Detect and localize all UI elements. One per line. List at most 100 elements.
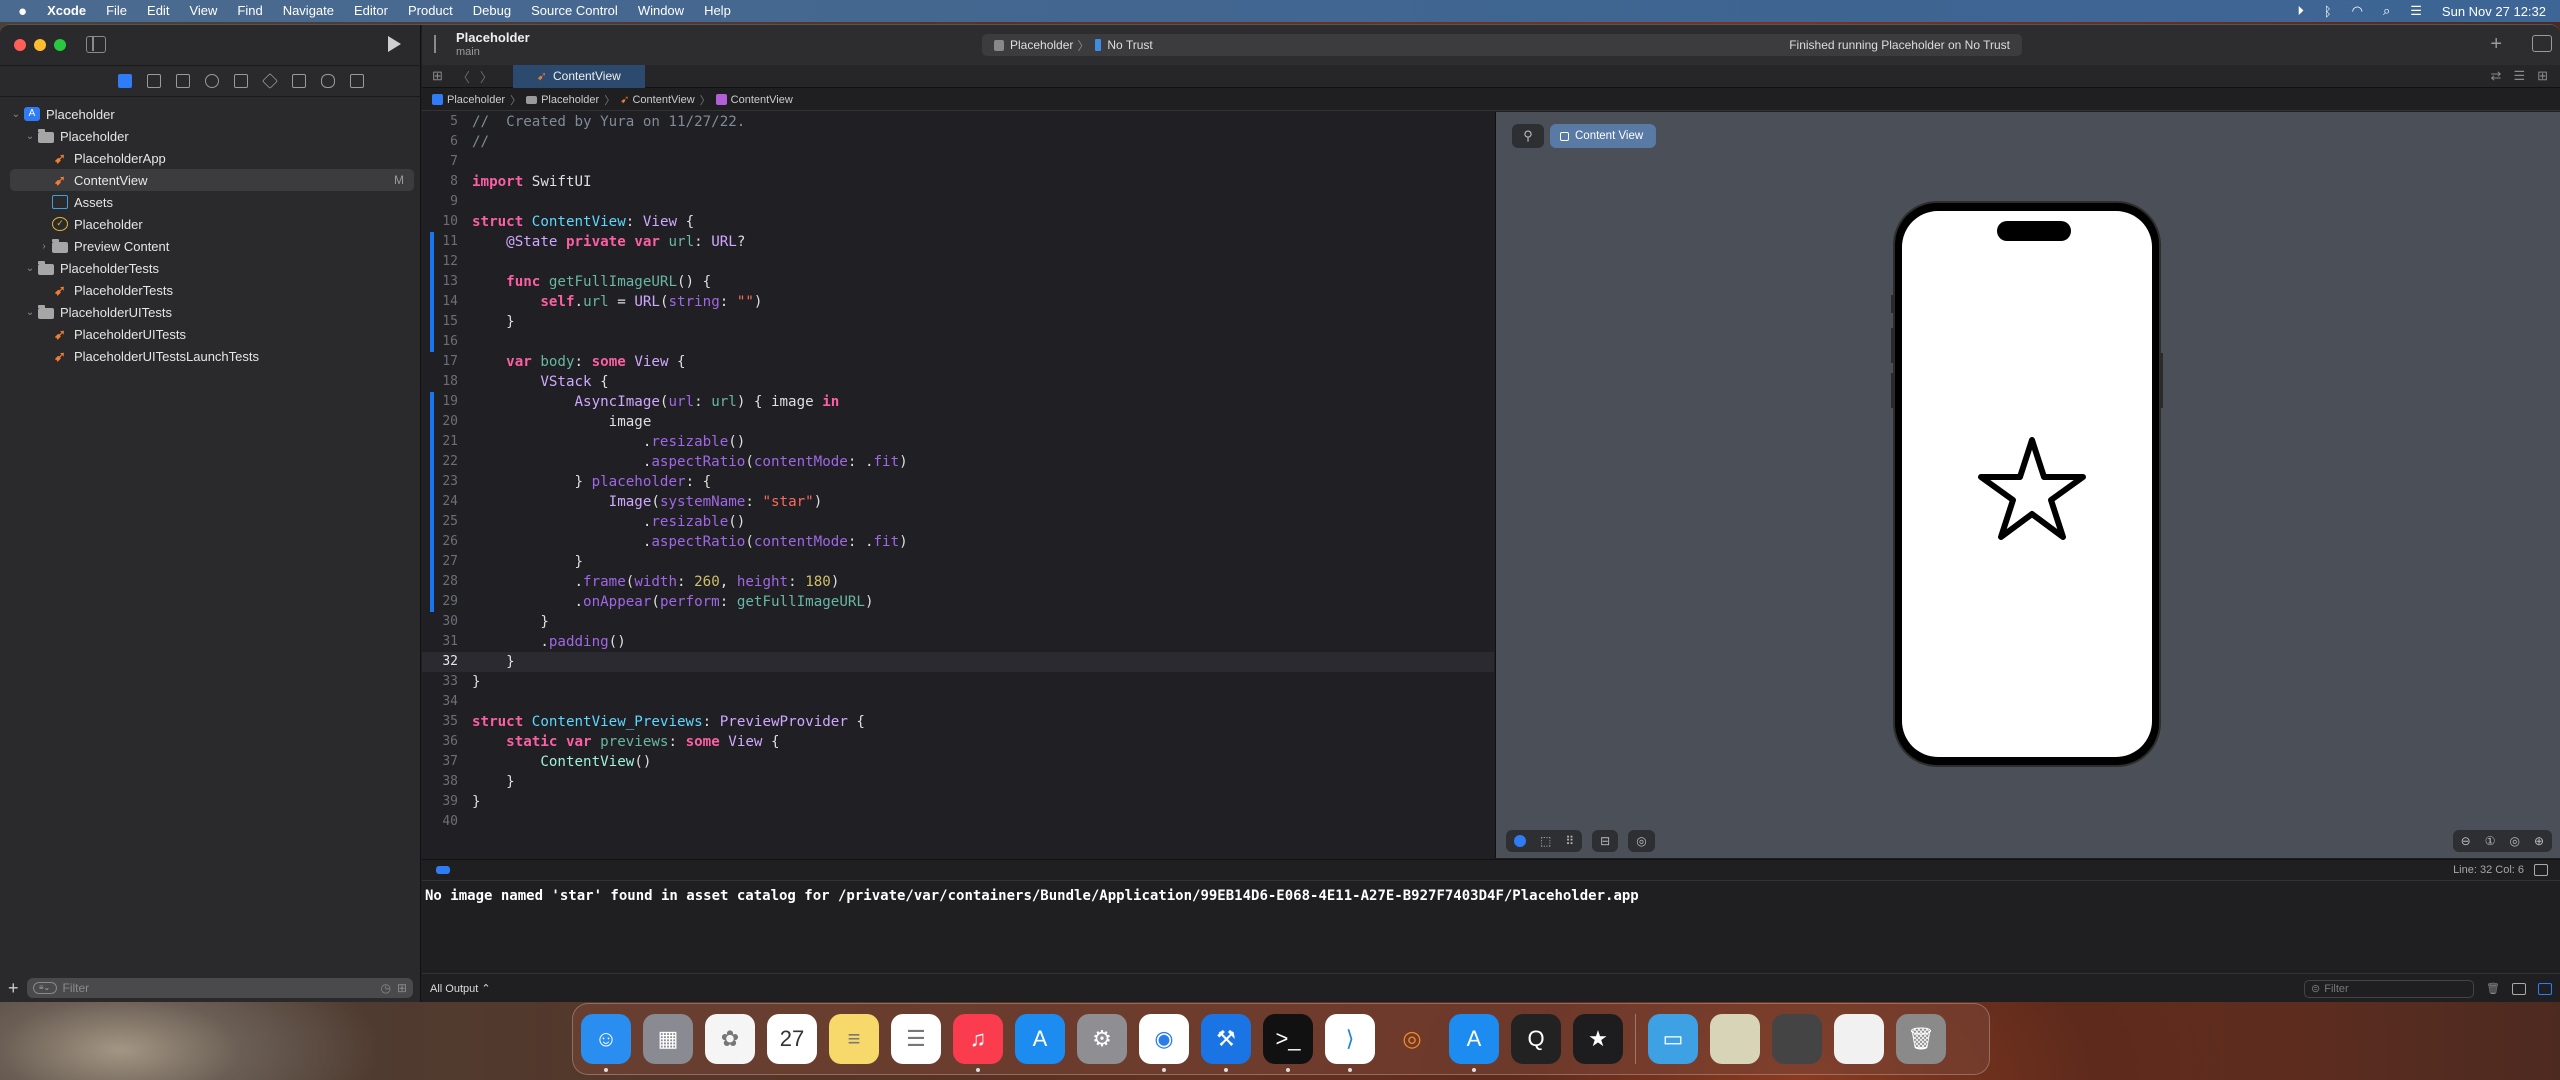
- bluetooth-icon[interactable]: ᛒ: [2324, 4, 2332, 19]
- apple-menu-icon[interactable]: ●: [0, 3, 37, 20]
- jumpbar-project[interactable]: Placeholder: [432, 94, 505, 106]
- menu-view[interactable]: View: [179, 0, 227, 22]
- code-line[interactable]: 7: [422, 152, 1494, 172]
- code-line[interactable]: 11 @State private var url: URL?: [422, 232, 1494, 252]
- source-control-filter-icon[interactable]: ⊞: [397, 981, 407, 995]
- menu-file[interactable]: File: [96, 0, 137, 22]
- tree-item[interactable]: ⌄ Placeholder: [10, 125, 414, 147]
- change-bar[interactable]: [430, 432, 434, 452]
- menu-clock[interactable]: Sun Nov 27 12:32: [2442, 4, 2546, 19]
- launchpad-icon[interactable]: ▦: [643, 1014, 693, 1064]
- code-line[interactable]: 8 import SwiftUI: [422, 172, 1494, 192]
- spotlight-icon[interactable]: ⌕: [2383, 3, 2390, 19]
- code-review-icon[interactable]: ⇄: [2491, 68, 2502, 84]
- chevron-down-icon[interactable]: ⌄: [24, 307, 36, 318]
- change-bar[interactable]: [430, 512, 434, 532]
- code-line[interactable]: 30 }: [422, 612, 1494, 632]
- zoom-to-fit-icon[interactable]: ◎: [2509, 834, 2519, 848]
- jumpbar-folder[interactable]: Placeholder: [526, 94, 599, 106]
- chevron-right-icon[interactable]: ›: [38, 241, 50, 252]
- jumpbar-file[interactable]: ➹ ContentView: [620, 93, 694, 106]
- code-line[interactable]: 21 .resizable(): [422, 432, 1494, 452]
- code-line[interactable]: 32 }: [422, 652, 1494, 672]
- code-line[interactable]: 38 }: [422, 772, 1494, 792]
- tree-item[interactable]: ➹ ContentView M: [10, 169, 414, 191]
- output-selector[interactable]: All Output ⌃: [430, 982, 491, 995]
- blender-icon[interactable]: ◎: [1387, 1014, 1437, 1064]
- change-bar[interactable]: [430, 492, 434, 512]
- finder-icon[interactable]: ☺: [581, 1014, 631, 1072]
- tree-item[interactable]: ⌄ PlaceholderTests: [10, 257, 414, 279]
- chrome-window-thumbnail-icon[interactable]: [1834, 1014, 1884, 1064]
- code-line[interactable]: 10 struct ContentView: View {: [422, 212, 1494, 232]
- code-line[interactable]: 29 .onAppear(perform: getFullImageURL): [422, 592, 1494, 612]
- trash-icon[interactable]: 🗑: [2486, 982, 2500, 995]
- sidebar-toggle-icon[interactable]: [86, 36, 106, 53]
- navigation-arrows[interactable]: 〈〉: [457, 67, 503, 86]
- code-line[interactable]: 20 image: [422, 412, 1494, 432]
- change-bar[interactable]: [430, 272, 434, 292]
- change-bar[interactable]: [430, 572, 434, 592]
- change-bar[interactable]: [430, 312, 434, 332]
- menu-product[interactable]: Product: [398, 0, 463, 22]
- code-line[interactable]: 40: [422, 812, 1494, 832]
- code-line[interactable]: 22 .aspectRatio(contentMode: .fit): [422, 452, 1494, 472]
- debug-area-indicator[interactable]: [436, 866, 450, 874]
- menu-find[interactable]: Find: [227, 0, 272, 22]
- minimize-button[interactable]: [34, 39, 46, 51]
- code-line[interactable]: 12: [422, 252, 1494, 272]
- code-line[interactable]: 9: [422, 192, 1494, 212]
- code-line[interactable]: 39}: [422, 792, 1494, 812]
- simulator-icon[interactable]: A: [1449, 1014, 1499, 1072]
- inspector-toggle-icon[interactable]: [2532, 35, 2552, 52]
- tree-item[interactable]: ➹ PlaceholderUITests: [10, 323, 414, 345]
- menu-editor[interactable]: Editor: [344, 0, 398, 22]
- debug-navigator-tab-icon[interactable]: [291, 74, 306, 88]
- close-button[interactable]: [14, 39, 26, 51]
- tree-item[interactable]: ➹ PlaceholderUITestsLaunchTests: [10, 345, 414, 367]
- change-bar[interactable]: [430, 532, 434, 552]
- change-bar[interactable]: [430, 552, 434, 572]
- window-thumbnail-icon[interactable]: [1710, 1014, 1760, 1064]
- menu-window[interactable]: Window: [628, 0, 694, 22]
- find-navigator-tab-icon[interactable]: [204, 74, 219, 88]
- code-line[interactable]: 35 struct ContentView_Previews: PreviewPr…: [422, 712, 1494, 732]
- run-button[interactable]: [388, 36, 401, 52]
- console-view-toggle-icon[interactable]: [2538, 982, 2552, 995]
- code-line[interactable]: 36 static var previews: some View {: [422, 732, 1494, 752]
- menu-navigate[interactable]: Navigate: [273, 0, 344, 22]
- change-bar[interactable]: [430, 232, 434, 252]
- pin-preview-button[interactable]: ⚲: [1512, 124, 1544, 148]
- change-bar[interactable]: [430, 412, 434, 432]
- code-line[interactable]: 17 var body: some View {: [422, 352, 1494, 372]
- code-line[interactable]: 24 Image(systemName: "star"): [422, 492, 1494, 512]
- folder-stack-icon[interactable]: ▭: [1648, 1014, 1698, 1064]
- selectable-mode-icon[interactable]: ⬚: [1540, 834, 1551, 848]
- zoom-out-icon[interactable]: ⊖: [2461, 834, 2471, 848]
- tree-item[interactable]: ✓ Placeholder: [10, 213, 414, 235]
- change-bar[interactable]: [430, 452, 434, 472]
- jumpbar-symbol[interactable]: ContentView: [715, 94, 793, 106]
- reminders-icon[interactable]: ☰: [891, 1014, 941, 1064]
- code-line[interactable]: 28 .frame(width: 260, height: 180): [422, 572, 1494, 592]
- report-navigator-tab-icon[interactable]: [349, 74, 364, 88]
- chevron-down-icon[interactable]: ⌄: [24, 263, 36, 274]
- add-editor-icon[interactable]: ⊞: [2537, 68, 2548, 84]
- beta-app-icon[interactable]: ★: [1573, 1014, 1623, 1064]
- recent-files-icon[interactable]: ◷: [380, 981, 390, 995]
- source-editor[interactable]: 5 // Created by Yura on 11/27/22. 6 // 7 8 imp…: [422, 112, 1494, 858]
- chrome-window-thumbnail-icon[interactable]: [1772, 1014, 1822, 1064]
- change-bar[interactable]: [430, 472, 434, 492]
- photos-icon[interactable]: ✿: [705, 1014, 755, 1064]
- breakpoint-navigator-tab-icon[interactable]: [320, 74, 335, 88]
- add-file-button[interactable]: +: [8, 978, 19, 999]
- live-preview-icon[interactable]: [1514, 835, 1526, 847]
- project-navigator-tab-icon[interactable]: [117, 74, 132, 88]
- device-settings-icon[interactable]: ⊟: [1600, 834, 1610, 848]
- control-center-icon[interactable]: ☰: [2410, 3, 2422, 19]
- change-bar[interactable]: [430, 252, 434, 272]
- chrome-icon[interactable]: ◉: [1139, 1014, 1189, 1072]
- music-icon[interactable]: ♫: [953, 1014, 1003, 1072]
- code-line[interactable]: 16: [422, 332, 1494, 352]
- chevron-down-icon[interactable]: ⌄: [24, 131, 36, 142]
